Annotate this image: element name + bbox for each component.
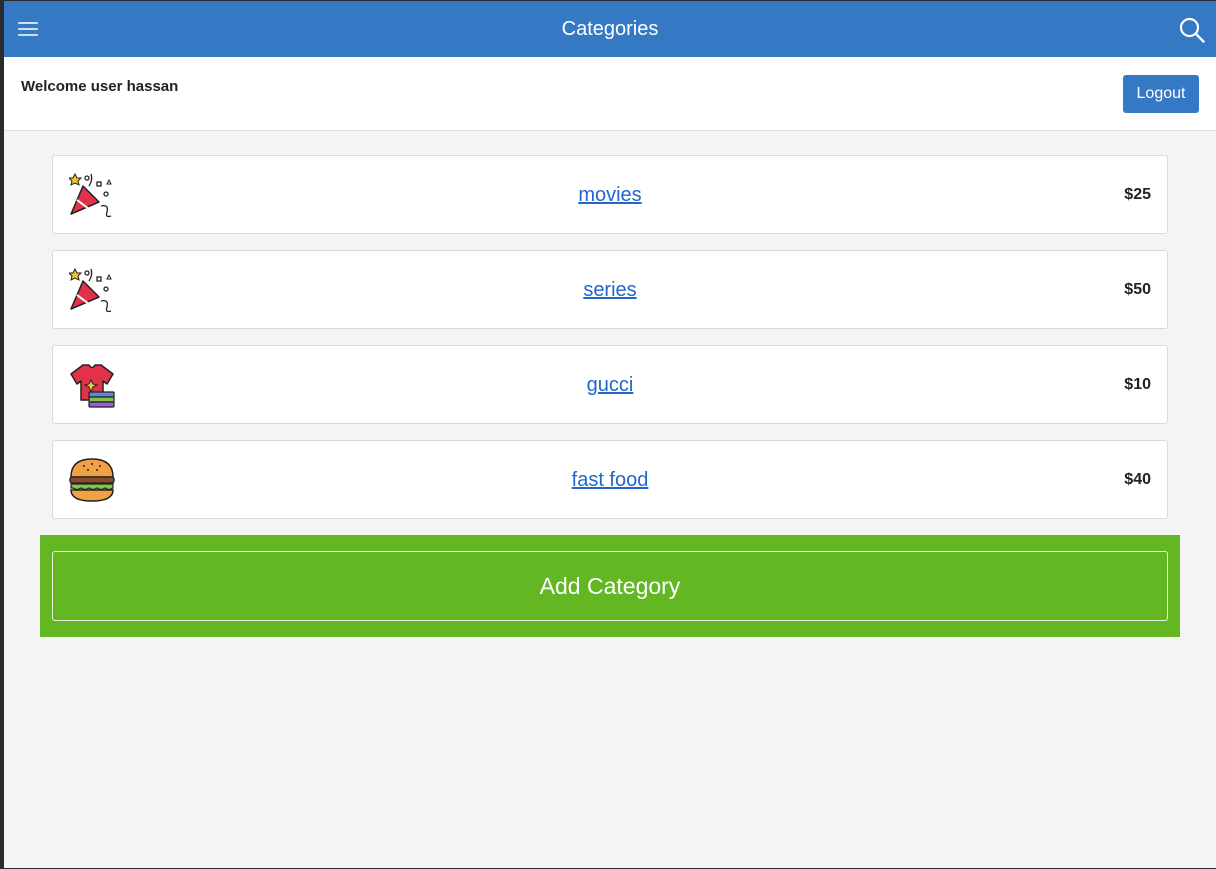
add-category-button[interactable]: Add Category xyxy=(52,551,1168,621)
app-window: Categories Welcome user hassan Logout mo… xyxy=(4,1,1216,868)
category-list: movies $25 series $50 gucci $10 fast foo… xyxy=(52,155,1168,535)
search-icon[interactable] xyxy=(1178,16,1206,44)
category-item-movies[interactable]: movies $25 xyxy=(52,155,1168,234)
category-item-fast-food[interactable]: fast food $40 xyxy=(52,440,1168,519)
add-category-panel: Add Category xyxy=(40,535,1180,637)
category-item-series[interactable]: series $50 xyxy=(52,250,1168,329)
logout-button[interactable]: Logout xyxy=(1123,75,1199,113)
top-app-bar: Categories xyxy=(4,1,1216,57)
category-price: $40 xyxy=(1124,471,1151,488)
category-price: $25 xyxy=(1124,186,1151,203)
category-name-link[interactable]: movies xyxy=(53,184,1167,207)
welcome-text: Welcome user hassan xyxy=(21,78,179,95)
category-item-gucci[interactable]: gucci $10 xyxy=(52,345,1168,424)
category-name-link[interactable]: fast food xyxy=(53,469,1167,492)
user-bar: Welcome user hassan Logout xyxy=(4,57,1216,131)
category-name-link[interactable]: gucci xyxy=(53,374,1167,397)
page-title: Categories xyxy=(561,18,659,40)
category-price: $50 xyxy=(1124,281,1151,298)
category-price: $10 xyxy=(1124,376,1151,393)
category-name-link[interactable]: series xyxy=(53,279,1167,302)
